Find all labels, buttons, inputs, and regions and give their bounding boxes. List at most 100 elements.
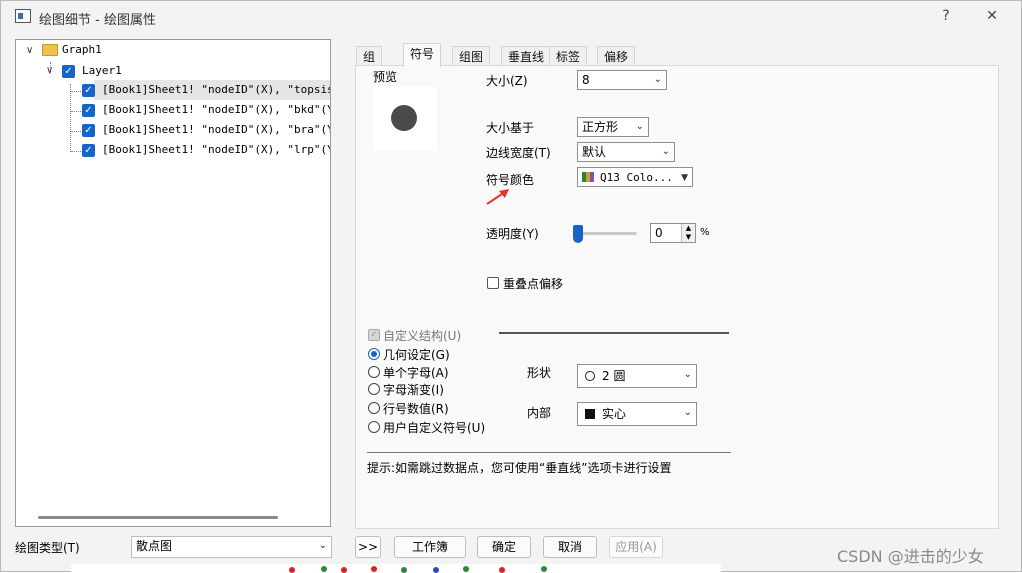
preview-label: 预览 bbox=[373, 70, 398, 84]
custom-structure-label: 自定义结构(U) bbox=[383, 329, 462, 343]
tree-item-plot[interactable]: [Book1]Sheet1! "nodeID"(X), "bra"(Y) [ bbox=[102, 121, 330, 139]
size-basis-value: 正方形 bbox=[582, 120, 619, 134]
scatter-point bbox=[499, 567, 505, 573]
scatter-point bbox=[371, 566, 377, 572]
radio-letter-gradient-label: 字母渐变(I) bbox=[383, 383, 444, 397]
radio-row-number[interactable] bbox=[368, 402, 380, 414]
tree-guide bbox=[70, 84, 71, 152]
tree-item-layer[interactable]: Layer1 bbox=[82, 62, 122, 80]
preview-dot-icon bbox=[391, 105, 417, 131]
tree-item-plot[interactable]: [Book1]Sheet1! "nodeID"(X), "topsis"(Y bbox=[102, 81, 330, 99]
chevron-down-icon[interactable]: ∨ bbox=[26, 46, 36, 56]
spinner-arrows-icon[interactable]: ▲ ▼ bbox=[681, 224, 695, 242]
shape-combo[interactable]: 2 圆 ⌄ bbox=[577, 364, 697, 388]
size-combo[interactable]: 8 ⌄ bbox=[577, 70, 667, 90]
chevron-down-icon: ⌄ bbox=[661, 146, 670, 157]
radio-user-defined[interactable] bbox=[368, 421, 380, 433]
tree-item-plot[interactable]: [Book1]Sheet1! "nodeID"(X), "bkd"(Y) [ bbox=[102, 101, 330, 119]
hint-text: 提示:如需跳过数据点，您可使用“垂直线”选项卡进行设置 bbox=[367, 461, 672, 475]
checkbox-checked-icon[interactable]: ✓ bbox=[82, 104, 95, 117]
scatter-point bbox=[289, 567, 295, 573]
more-button[interactable]: >> bbox=[355, 536, 381, 558]
circle-shape-icon bbox=[585, 371, 595, 381]
scatter-point bbox=[463, 566, 469, 572]
interior-value: 实心 bbox=[602, 407, 627, 421]
tree-item-graph[interactable]: Graph1 bbox=[62, 41, 102, 59]
scatter-point bbox=[321, 566, 327, 572]
help-button[interactable]: ? bbox=[931, 5, 961, 29]
close-button[interactable]: ✕ bbox=[977, 5, 1007, 29]
ok-button[interactable]: 确定 bbox=[477, 536, 531, 558]
chevron-down-icon: ⌄ bbox=[318, 540, 327, 551]
edge-width-label: 边线宽度(T) bbox=[486, 146, 551, 160]
symbol-color-label: 符号颜色 bbox=[486, 173, 535, 187]
radio-row-number-label: 行号数值(R) bbox=[383, 402, 449, 416]
solid-fill-icon bbox=[585, 409, 595, 419]
interior-label: 内部 bbox=[527, 406, 552, 420]
transparency-value: 0 bbox=[655, 226, 663, 240]
folder-icon bbox=[42, 44, 58, 56]
shape-label: 形状 bbox=[527, 366, 552, 380]
divider-line bbox=[499, 332, 729, 334]
dropdown-triangle-icon: ▼ bbox=[681, 173, 688, 183]
transparency-slider-thumb[interactable] bbox=[573, 225, 583, 243]
cancel-button[interactable]: 取消 bbox=[543, 536, 597, 558]
plot-tree: ∨ Graph1 ∨ ✓ Layer1 ✓ [Book1]Sheet1! "no… bbox=[15, 39, 331, 527]
red-arrow-icon bbox=[486, 189, 509, 205]
apply-button[interactable]: 应用(A) bbox=[609, 536, 663, 558]
plot-type-combo[interactable]: 散点图 ⌄ bbox=[131, 536, 332, 558]
symbol-color-value: Q13 Colo... bbox=[600, 171, 673, 184]
checkbox-checked-icon[interactable]: ✓ bbox=[82, 124, 95, 137]
overlap-offset-label: 重叠点偏移 bbox=[503, 277, 564, 291]
edge-width-value: 默认 bbox=[582, 145, 607, 159]
tab-labels[interactable]: 标签 bbox=[549, 46, 588, 66]
scatter-point bbox=[401, 567, 407, 573]
transparency-slider-track[interactable] bbox=[575, 232, 637, 235]
scatter-point bbox=[433, 567, 439, 573]
chevron-down-icon[interactable]: ∨ bbox=[46, 66, 56, 76]
chevron-down-icon: ⌄ bbox=[683, 407, 692, 418]
interior-combo[interactable]: 实心 ⌄ bbox=[577, 402, 697, 426]
custom-structure-checkbox[interactable]: ✓ bbox=[368, 329, 380, 341]
workbook-button[interactable]: 工作簿 bbox=[394, 536, 466, 558]
overlap-offset-checkbox[interactable] bbox=[487, 277, 499, 289]
edge-width-combo[interactable]: 默认 ⌄ bbox=[577, 142, 675, 162]
radio-single-letter[interactable] bbox=[368, 366, 380, 378]
symbol-color-combo[interactable]: Q13 Colo... ▼ bbox=[577, 167, 693, 187]
tab-plot-group[interactable]: 组图 bbox=[452, 46, 491, 66]
watermark-text: CSDN @进击的少女 bbox=[837, 547, 984, 566]
size-basis-label: 大小基于 bbox=[486, 121, 535, 135]
chevron-down-icon: ⌄ bbox=[683, 369, 692, 380]
checkbox-checked-icon[interactable]: ✓ bbox=[82, 84, 95, 97]
window-title: 绘图细节 - 绘图属性 bbox=[39, 13, 156, 28]
plot-type-value: 散点图 bbox=[136, 539, 173, 553]
tree-item-plot[interactable]: [Book1]Sheet1! "nodeID"(X), "lrp"(Y) [ bbox=[102, 141, 330, 159]
scatter-point bbox=[341, 567, 347, 573]
transparency-label: 透明度(Y) bbox=[486, 227, 539, 241]
horizontal-scrollbar[interactable] bbox=[38, 516, 278, 519]
chevron-down-icon: ⌄ bbox=[653, 74, 662, 85]
chevron-down-icon: ⌄ bbox=[635, 121, 644, 132]
checkbox-checked-icon[interactable]: ✓ bbox=[82, 144, 95, 157]
shape-value: 2 圆 bbox=[602, 369, 626, 383]
checkbox-checked-icon[interactable]: ✓ bbox=[62, 65, 75, 78]
tab-offset[interactable]: 偏移 bbox=[597, 46, 636, 66]
radio-single-letter-label: 单个字母(A) bbox=[383, 366, 449, 380]
hint-divider bbox=[367, 452, 731, 453]
percent-unit: % bbox=[700, 227, 710, 238]
palette-swatch-icon bbox=[590, 172, 594, 182]
app-icon bbox=[15, 9, 31, 23]
symbol-preview bbox=[373, 87, 437, 151]
transparency-spinner[interactable]: 0 ▲ ▼ bbox=[650, 223, 696, 243]
plot-type-label: 绘图类型(T) bbox=[15, 541, 80, 555]
tab-group[interactable]: 组 bbox=[356, 46, 383, 66]
plot-details-dialog: 绘图细节 - 绘图属性 ? ✕ ∨ Graph1 ∨ ✓ Layer1 ✓ [B… bbox=[0, 0, 1022, 573]
size-value: 8 bbox=[582, 73, 590, 87]
tab-symbol[interactable]: 符号 bbox=[403, 43, 442, 67]
size-basis-combo[interactable]: 正方形 ⌄ bbox=[577, 117, 649, 137]
radio-geometric[interactable] bbox=[368, 348, 380, 360]
tab-drop-lines[interactable]: 垂直线 bbox=[501, 46, 552, 66]
radio-geometric-label: 几何设定(G) bbox=[383, 348, 450, 362]
radio-letter-gradient[interactable] bbox=[368, 383, 380, 395]
radio-user-defined-label: 用户自定义符号(U) bbox=[383, 421, 486, 435]
